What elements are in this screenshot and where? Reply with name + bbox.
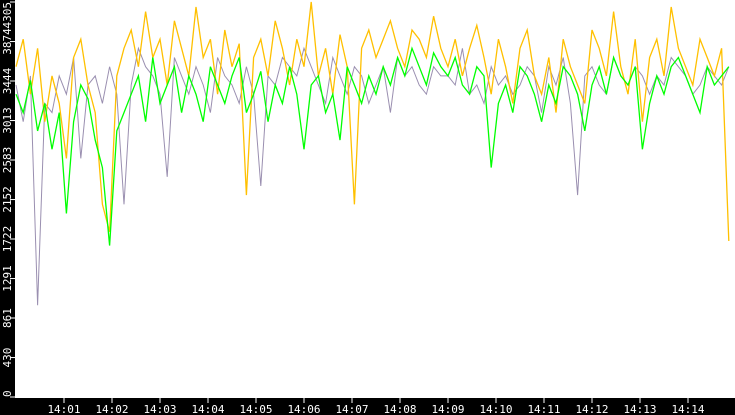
- x-tick-label: 14:10: [479, 403, 512, 415]
- line-chart: 043086112911722215225833013344438744305 …: [1, 0, 735, 415]
- y-tick-label: 2583: [1, 147, 14, 174]
- plot-area: [15, 0, 735, 398]
- x-tick-label: 14:11: [527, 403, 560, 415]
- x-tick-label: 14:01: [47, 403, 80, 415]
- x-tick-label: 14:07: [335, 403, 368, 415]
- y-tick-label: 2152: [1, 186, 14, 213]
- y-tick-label: 3013: [1, 107, 14, 133]
- x-tick-label: 14:14: [671, 403, 704, 415]
- y-tick-label: 430: [1, 348, 14, 368]
- y-tick-label: 3444: [1, 67, 14, 94]
- x-tick-label: 14:05: [239, 403, 272, 415]
- x-tick-label: 14:04: [191, 403, 224, 415]
- y-axis: 0 430 861 1291 1722 2152 2583 3013 3444 38744305: [1, 1, 15, 398]
- x-tick-label: 14:06: [287, 403, 320, 415]
- y-tick-label: 4305: [1, 2, 14, 29]
- x-tick-label: 14:09: [431, 403, 464, 415]
- x-tick-label: 14:12: [575, 403, 608, 415]
- x-tick-label: 14:13: [623, 403, 656, 415]
- y-tick-label: 1722: [1, 226, 14, 253]
- y-tick-label: 861: [1, 308, 14, 328]
- x-axis: 14:01 14:02 14:03 14:04 14:05 14:06 14:07 14:08…: [47, 398, 705, 415]
- y-tick-label: 3874: [1, 28, 14, 55]
- x-tick-label: 14:08: [383, 403, 416, 415]
- y-tick-label: 0: [1, 390, 14, 397]
- x-tick-label: 14:03: [143, 403, 176, 415]
- x-tick-label: 14:02: [95, 403, 128, 415]
- y-tick-label: 1291: [1, 265, 14, 292]
